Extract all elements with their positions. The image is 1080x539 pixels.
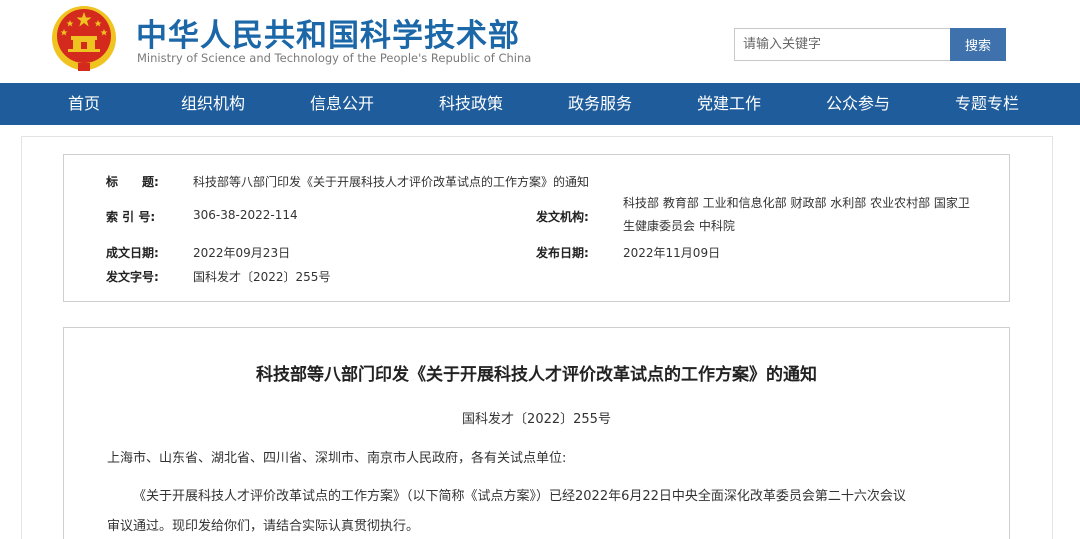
document-number-label: 发文字号: <box>106 270 159 284</box>
index-value: 306-38-2022-114 <box>193 208 298 222</box>
document-title: 科技部等八部门印发《关于开展科技人才评价改革试点的工作方案》的通知 <box>256 365 817 385</box>
nav-item-home[interactable]: 首页 <box>68 83 100 125</box>
issuer-label: 发文机构: <box>536 210 589 224</box>
published-date-label: 发布日期: <box>536 246 589 260</box>
search-button[interactable]: 搜索 <box>950 28 1006 61</box>
title-value: 科技部等八部门印发《关于开展科技人才评价改革试点的工作方案》的通知 <box>193 175 590 189</box>
site-subtitle: Ministry of Science and Technology of th… <box>137 51 532 65</box>
nav-item-information[interactable]: 信息公开 <box>310 83 374 125</box>
document-number: 国科发才〔2022〕255号 <box>462 412 611 427</box>
search-input[interactable] <box>734 28 950 61</box>
document-body: 科技部等八部门印发《关于开展科技人才评价改革试点的工作方案》的通知 国科发才〔2… <box>63 327 1010 539</box>
created-date-value: 2022年09月23日 <box>193 246 291 260</box>
site-title[interactable]: 中华人民共和国科学技术部 <box>136 10 520 55</box>
nav-item-party-building[interactable]: 党建工作 <box>697 83 761 125</box>
nav-item-services[interactable]: 政务服务 <box>568 83 632 125</box>
nav-item-policy[interactable]: 科技政策 <box>439 83 503 125</box>
nav-item-special[interactable]: 专题专栏 <box>955 83 1019 125</box>
nav-item-public[interactable]: 公众参与 <box>826 83 890 125</box>
published-date-value: 2022年11月09日 <box>623 246 721 260</box>
created-date-label: 成文日期: <box>106 246 159 260</box>
document-paragraph-line: 审议通过。现印发给你们，请结合实际认真贯彻执行。 <box>107 519 420 534</box>
title-label: 标 题: <box>106 175 159 189</box>
document-paragraph-line: 《关于开展科技人才评价改革试点的工作方案》（以下简称《试点方案》）已经2022年… <box>133 489 906 504</box>
issuer-value: 科技部 教育部 工业和信息化部 财政部 水利部 农业农村部 国家卫生健康委员会 … <box>623 196 970 233</box>
document-metadata: 标 题: 科技部等八部门印发《关于开展科技人才评价改革试点的工作方案》的通知 索… <box>63 154 1010 302</box>
document-number-value: 国科发才〔2022〕255号 <box>193 270 331 284</box>
main-nav: 首页 组织机构 信息公开 科技政策 政务服务 党建工作 公众参与 专题专栏 <box>0 83 1080 125</box>
site-header: 中华人民共和国科学技术部 Ministry of Science and Tec… <box>0 0 1080 83</box>
document-recipients: 上海市、山东省、湖北省、四川省、深圳市、南京市人民政府，各有关试点单位: <box>107 451 567 466</box>
national-emblem-logo[interactable] <box>51 5 117 73</box>
index-label: 索 引 号: <box>106 210 156 224</box>
nav-item-organization[interactable]: 组织机构 <box>181 83 245 125</box>
